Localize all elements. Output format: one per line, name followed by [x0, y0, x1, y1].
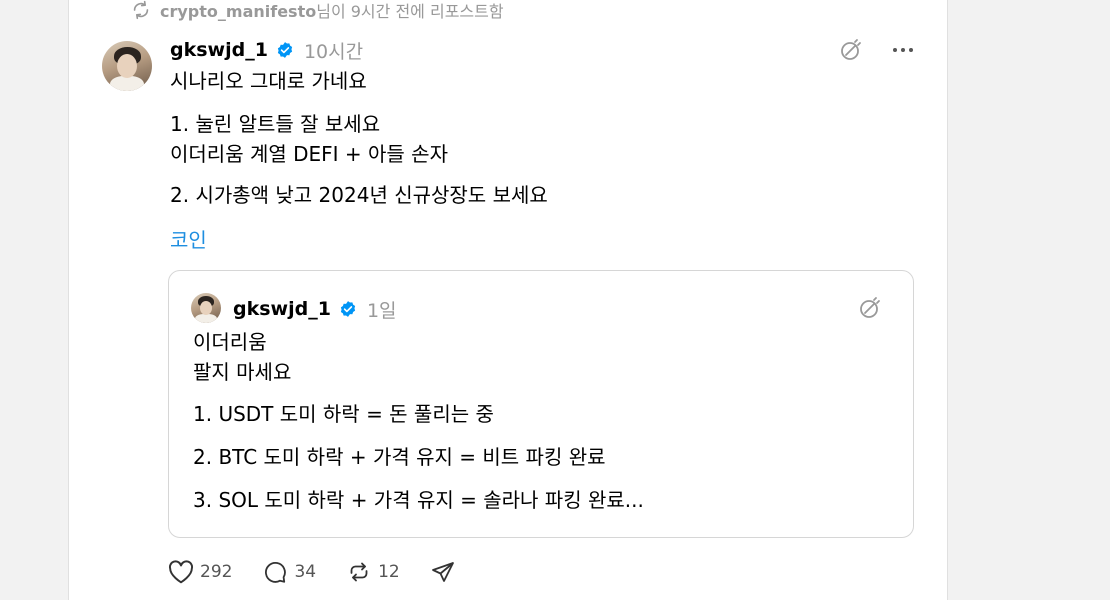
- quote-username[interactable]: gkswjd_1: [233, 298, 331, 320]
- repost-text: 님이 9시간 전에 리포스트함: [316, 2, 504, 21]
- more-options-icon[interactable]: [890, 37, 916, 63]
- post-username[interactable]: gkswjd_1: [170, 39, 268, 61]
- comment-icon: [265, 561, 287, 583]
- post-line: 이더리움 계열 DEFI + 아들 손자: [170, 142, 448, 166]
- post-timestamp[interactable]: 10시간: [304, 37, 363, 64]
- post-header-actions: [838, 37, 916, 63]
- repost-button[interactable]: 12: [346, 560, 400, 584]
- quote-line: 2. BTC 도미 하락 + 가격 유지 = 비트 파킹 완료: [193, 445, 606, 469]
- ai-summary-icon[interactable]: [838, 37, 864, 63]
- post-line: 1. 눌린 알트들 잘 보세요: [170, 112, 381, 136]
- quote-line: 팔지 마세요: [193, 360, 292, 384]
- quote-line: 3. SOL 도미 하락 + 가격 유지 = 솔라나 파킹 완료...: [193, 488, 644, 512]
- share-button[interactable]: [430, 560, 456, 584]
- repost-username[interactable]: crypto_manifesto: [160, 2, 316, 21]
- ai-summary-icon[interactable]: [857, 295, 883, 321]
- post-line: 2. 시가총액 낮고 2024년 신규상장도 보세요: [170, 183, 548, 207]
- topic-tag-link[interactable]: 코인: [170, 224, 207, 253]
- repost-icon: [350, 562, 368, 582]
- post-header: gkswjd_1 10시간: [170, 36, 363, 64]
- post-line: 시나리오 그대로 가네요: [170, 69, 367, 93]
- repost-count: 12: [378, 562, 400, 582]
- quote-line: 이더리움: [193, 330, 267, 354]
- verified-badge-icon: [276, 41, 294, 59]
- quote-timestamp[interactable]: 1일: [367, 296, 397, 323]
- post-action-bar: 292 34 12: [168, 558, 486, 586]
- like-count: 292: [200, 562, 233, 582]
- quote-line: 1. USDT 도미 하락 = 돈 풀리는 중: [193, 402, 494, 426]
- repost-icon: [130, 0, 152, 21]
- comment-count: 34: [294, 562, 317, 582]
- quote-header: gkswjd_1 1일: [233, 295, 397, 323]
- repost-context: crypto_manifesto님이 9시간 전에 리포스트함: [130, 0, 504, 22]
- comment-button[interactable]: 34: [262, 560, 316, 584]
- heart-icon: [169, 560, 193, 584]
- like-button[interactable]: 292: [168, 560, 232, 584]
- send-icon: [431, 562, 454, 582]
- quoted-post-card[interactable]: gkswjd_1 1일 이더리움 팔지 마세요 1. USDT 도미 하락 = …: [168, 270, 914, 538]
- quote-avatar[interactable]: [191, 293, 221, 323]
- verified-badge-icon: [339, 300, 357, 318]
- avatar[interactable]: [102, 41, 152, 91]
